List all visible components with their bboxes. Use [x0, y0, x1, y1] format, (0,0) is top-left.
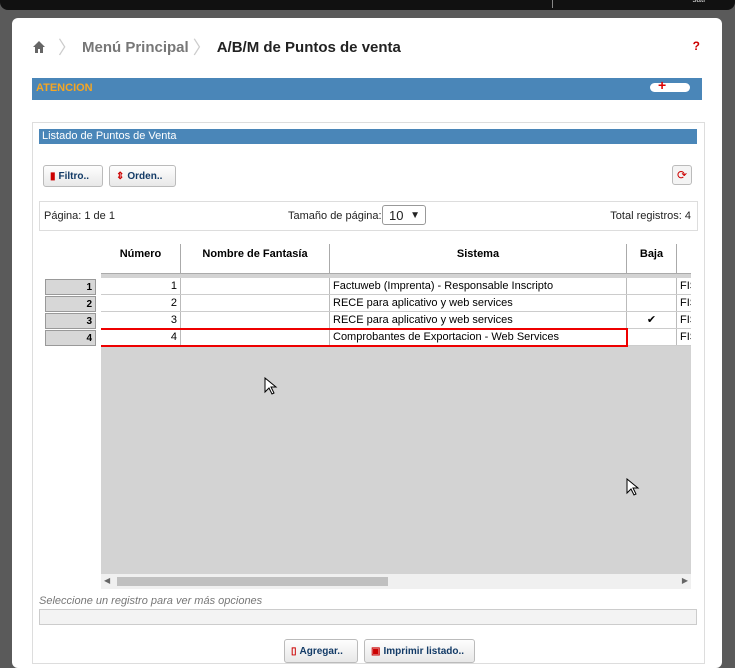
print-list-button[interactable]: ▣ Imprimir listado..	[364, 639, 475, 663]
panel-title: Listado de Puntos de Venta	[39, 129, 697, 144]
cell-extra: FIS	[677, 295, 691, 311]
page-size-label: Tamaño de página:	[288, 210, 382, 222]
atencion-expand-button[interactable]: +	[650, 78, 690, 92]
cell-extra: FIS	[677, 278, 691, 294]
grid-header: Número Nombre de Fantasía Sistema Baja	[101, 244, 691, 274]
table-row[interactable]: 2 RECE para aplicativo y web services FI…	[101, 295, 691, 312]
filter-button[interactable]: ▮ Filtro..	[43, 165, 103, 187]
page-title: A/B/M de Puntos de venta	[216, 38, 401, 56]
cell-sistema: Comprobantes de Exportacion - Web Servic…	[330, 329, 627, 345]
column-header-numero[interactable]: Número	[101, 244, 181, 274]
row-number[interactable]: 4	[45, 330, 96, 346]
checkmark-icon: ✔	[627, 312, 677, 328]
row-number-column: 1 2 3 4	[45, 279, 96, 347]
table-row[interactable]: 4 Comprobantes de Exportacion - Web Serv…	[101, 329, 691, 346]
plus-icon: +	[658, 77, 667, 93]
cell-fantasia	[181, 295, 330, 311]
column-header-sistema[interactable]: Sistema	[330, 244, 627, 274]
add-button[interactable]: ▯ Agregar..	[284, 639, 358, 663]
cell-baja	[627, 278, 677, 294]
page-size-select[interactable]: 10 ▼	[382, 205, 426, 225]
table-row[interactable]: 1 Factuweb (Imprenta) - Responsable Insc…	[101, 278, 691, 295]
atencion-label: ATENCION	[36, 82, 93, 94]
table-row[interactable]: 3 RECE para aplicativo y web services ✔ …	[101, 312, 691, 329]
refresh-icon[interactable]: ⟳	[672, 165, 692, 185]
user-name[interactable]: sati	[693, 0, 705, 4]
print-label: Imprimir listado..	[383, 645, 465, 657]
selection-hint: Seleccione un registro para ver más opci…	[39, 595, 263, 607]
column-header-baja[interactable]: Baja	[627, 244, 677, 274]
scroll-left-icon[interactable]: ◀	[104, 576, 110, 585]
pager-bar: Página: 1 de 1 Tamaño de página: 10 ▼ To…	[39, 201, 698, 231]
column-header-extra[interactable]	[677, 244, 691, 274]
filter-label: Filtro..	[58, 170, 90, 182]
breadcrumb-root[interactable]: Menú Principal	[82, 39, 189, 56]
printer-icon: ▣	[371, 645, 381, 657]
breadcrumb-separator-icon: 〉	[58, 38, 76, 58]
scrollbar-thumb[interactable]	[117, 577, 388, 586]
row-number[interactable]: 3	[45, 313, 96, 329]
list-panel: Listado de Puntos de Venta ▮ Filtro.. ⇕ …	[32, 122, 705, 664]
cell-fantasia	[181, 278, 330, 294]
atencion-bar: ATENCION +	[32, 78, 702, 100]
mouse-pointer-icon	[626, 478, 640, 496]
column-header-fantasia[interactable]: Nombre de Fantasía	[181, 244, 330, 274]
cell-sistema: RECE para aplicativo y web services	[330, 312, 627, 328]
row-number[interactable]: 2	[45, 296, 96, 312]
mouse-pointer-icon	[264, 377, 278, 395]
cell-extra: FIS	[677, 312, 691, 328]
breadcrumb: 〉 Menú Principal 〉 A/B/M de Puntos de ve…	[32, 38, 401, 58]
page-info: Página: 1 de 1	[44, 210, 115, 222]
breadcrumb-separator-icon: 〉	[192, 38, 211, 58]
add-label: Agregar..	[299, 645, 343, 657]
top-bar: sati	[0, 0, 735, 10]
page-size-value: 10	[389, 208, 404, 223]
cell-sistema: RECE para aplicativo y web services	[330, 295, 627, 311]
filter-icon: ▮	[50, 170, 56, 182]
cell-fantasia	[181, 329, 330, 345]
order-label: Orden..	[127, 170, 163, 182]
top-bar-separator	[552, 0, 553, 8]
data-grid: Número Nombre de Fantasía Sistema Baja 1…	[101, 244, 691, 574]
chevron-down-icon: ▼	[410, 210, 420, 221]
cell-baja	[627, 295, 677, 311]
cell-numero: 4	[101, 329, 181, 345]
cell-sistema: Factuweb (Imprenta) - Responsable Inscri…	[330, 278, 627, 294]
document-icon: ▯	[291, 645, 297, 657]
row-number[interactable]: 1	[45, 279, 96, 295]
help-icon[interactable]: ?	[693, 39, 700, 53]
total-records: Total registros: 4	[610, 210, 691, 222]
main-card: 〉 Menú Principal 〉 A/B/M de Puntos de ve…	[12, 18, 722, 668]
horizontal-scrollbar[interactable]: ◀ ▶	[101, 574, 691, 589]
home-icon[interactable]	[32, 40, 46, 54]
sort-icon: ⇕	[116, 170, 125, 182]
options-box	[39, 609, 697, 625]
cell-baja	[627, 329, 677, 345]
cell-numero: 2	[101, 295, 181, 311]
order-button[interactable]: ⇕ Orden..	[109, 165, 176, 187]
cell-numero: 1	[101, 278, 181, 294]
scroll-right-icon[interactable]: ▶	[682, 576, 688, 585]
cell-numero: 3	[101, 312, 181, 328]
cell-extra: FIS	[677, 329, 691, 345]
cell-fantasia	[181, 312, 330, 328]
